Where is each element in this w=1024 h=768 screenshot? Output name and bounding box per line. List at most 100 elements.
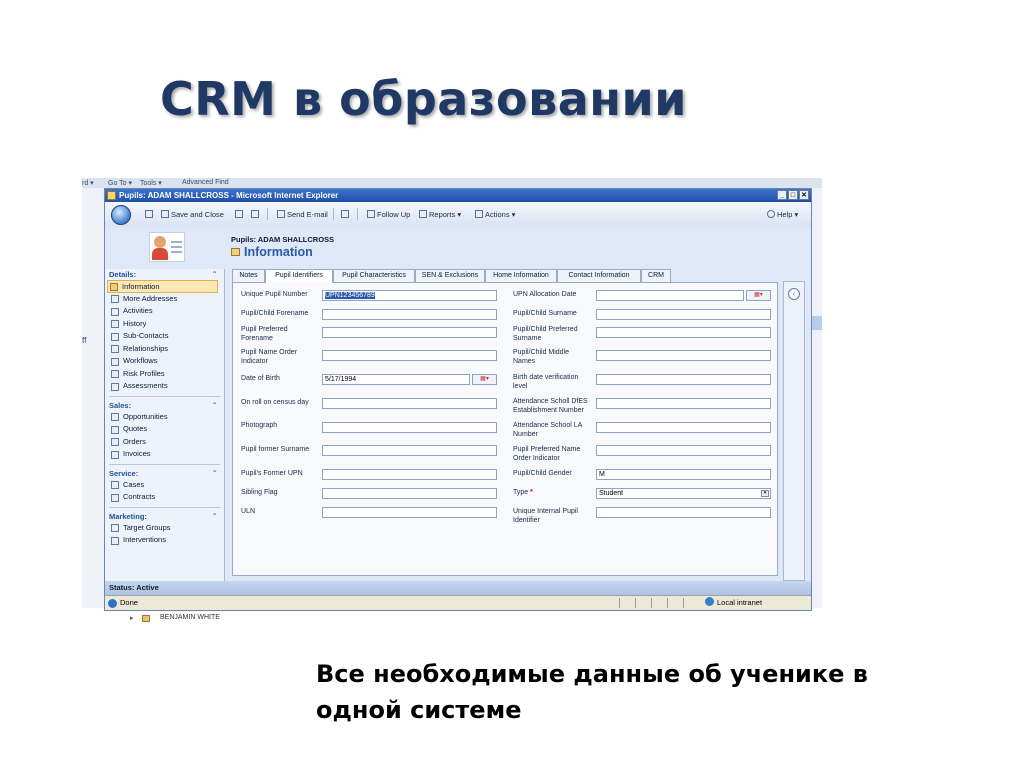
tab-contact-information[interactable]: Contact Information <box>557 269 641 282</box>
nav-item-contracts[interactable]: Contracts <box>105 491 224 504</box>
print-button[interactable] <box>251 210 261 219</box>
name-order-indicator-field[interactable] <box>322 350 497 361</box>
maximize-button[interactable]: □ <box>788 190 798 200</box>
caption-line-2: одной системе <box>316 696 522 724</box>
information-icon <box>231 248 240 256</box>
middle-names-field[interactable] <box>596 350 771 361</box>
nav-section-marketing[interactable]: Marketing: ⌃ <box>105 511 224 522</box>
ie-window-icon <box>107 191 116 200</box>
chevron-down-icon: ▾ <box>761 490 769 497</box>
save-button[interactable] <box>145 210 155 219</box>
gender-field[interactable]: M <box>596 469 771 480</box>
reports-menu[interactable]: Reports ▾ <box>419 210 461 219</box>
birth-verification-field[interactable] <box>596 374 771 385</box>
record-header: Pupils: ADAM SHALLCROSS Information <box>105 227 811 269</box>
nav-item-cases[interactable]: Cases <box>105 479 224 492</box>
nav-item-relationships[interactable]: Relationships <box>105 343 224 356</box>
crm-screenshot: rd ▾ Go To ▾ Tools ▾ Advanced Find ff ▸ … <box>82 178 822 626</box>
former-upn-field[interactable] <box>322 469 497 480</box>
internal-identifier-field[interactable] <box>596 507 771 518</box>
forename-field[interactable] <box>322 309 497 320</box>
preferred-surname-field[interactable] <box>596 327 771 338</box>
tab-crm[interactable]: CRM <box>641 269 671 282</box>
nav-item-interventions[interactable]: Interventions <box>105 534 224 547</box>
nav-section-sales[interactable]: Sales: ⌃ <box>105 400 224 411</box>
upn-allocation-date-field[interactable] <box>596 290 744 301</box>
nav-item-activities[interactable]: Activities <box>105 305 224 318</box>
expand-arrow-icon: ▸ <box>130 615 134 622</box>
close-button[interactable]: ✕ <box>799 190 809 200</box>
send-email-button[interactable]: Send E-mail <box>277 210 328 219</box>
attach-button[interactable] <box>341 210 351 219</box>
date-of-birth-field[interactable]: 5/17/1994 <box>322 374 470 385</box>
nav-item-history[interactable]: History <box>105 318 224 331</box>
nav-item-information[interactable]: Information <box>107 280 218 293</box>
collapse-icon[interactable]: ⌃ <box>211 468 218 479</box>
sibling-flag-label: Sibling Flag <box>241 489 278 496</box>
gender-label: Pupil/Child Gender <box>513 470 572 477</box>
email-icon <box>277 210 285 218</box>
surname-label: Pupil/Child Surname <box>513 310 577 317</box>
actions-menu[interactable]: Actions ▾ <box>475 210 515 219</box>
workflows-icon <box>111 357 119 366</box>
forename-label: Pupil/Child Forename <box>241 310 309 317</box>
former-surname-field[interactable] <box>322 445 497 456</box>
la-number-field[interactable] <box>596 422 771 433</box>
tab-notes[interactable]: Notes <box>232 269 265 282</box>
nav-item-quotes[interactable]: Quotes <box>105 423 224 436</box>
calendar-icon[interactable]: ▦▾ <box>472 374 497 385</box>
ie-status-text: Done <box>120 598 138 607</box>
type-select[interactable]: Student ▾ <box>596 488 771 499</box>
surname-field[interactable] <box>596 309 771 320</box>
unique-pupil-number-label: Unique Pupil Number <box>241 291 308 298</box>
tab-sen-exclusions[interactable]: SEN & Exclusions <box>415 269 485 282</box>
background-right-pane <box>812 188 822 608</box>
tab-home-information[interactable]: Home Information <box>485 269 557 282</box>
collapse-icon[interactable]: ⌃ <box>211 269 218 280</box>
relationships-icon <box>111 345 119 353</box>
collapse-icon[interactable]: ⌃ <box>211 400 218 411</box>
contacts-icon <box>111 332 119 341</box>
help-menu[interactable]: Help ▾ <box>767 210 798 219</box>
save-and-close-button[interactable]: Save and Close <box>161 210 224 219</box>
tab-pupil-identifiers[interactable]: Pupil Identifiers <box>265 269 333 283</box>
nav-item-risk-profiles[interactable]: Risk Profiles <box>105 368 224 381</box>
nav-item-assessments[interactable]: Assessments <box>105 380 224 393</box>
save-new-button[interactable] <box>235 210 245 219</box>
sibling-flag-field[interactable] <box>322 488 497 499</box>
background-go-to-menu: Go To ▾ <box>108 180 133 187</box>
collapse-icon[interactable]: ⌃ <box>211 511 218 522</box>
paperclip-icon <box>341 210 349 218</box>
addresses-icon <box>111 295 119 303</box>
on-roll-field[interactable] <box>322 398 497 409</box>
nav-item-invoices[interactable]: Invoices <box>105 448 224 461</box>
nav-item-opportunities[interactable]: Opportunities <box>105 411 224 424</box>
photograph-field[interactable] <box>322 422 497 433</box>
nav-section-service[interactable]: Service: ⌃ <box>105 468 224 479</box>
unique-pupil-number-field[interactable]: UPN123456789 <box>322 290 497 301</box>
dfes-establishment-field[interactable] <box>596 398 771 409</box>
photograph-label: Photograph <box>241 422 278 429</box>
nav-item-workflows[interactable]: Workflows <box>105 355 224 368</box>
calendar-icon[interactable]: ▦▾ <box>746 290 771 301</box>
assessments-icon <box>111 382 119 391</box>
uln-field[interactable] <box>322 507 497 518</box>
minimize-button[interactable]: _ <box>777 190 787 200</box>
preferred-name-order-field[interactable] <box>596 445 771 456</box>
nav-item-orders[interactable]: Orders <box>105 436 224 449</box>
nav-item-sub-contacts[interactable]: Sub-Contacts <box>105 330 224 343</box>
crm-logo-icon <box>111 205 131 225</box>
nav-item-target-groups[interactable]: Target Groups <box>105 522 224 535</box>
on-roll-label: On roll on census day <box>241 399 309 406</box>
help-icon <box>767 210 775 218</box>
tab-pupil-characteristics[interactable]: Pupil Characteristics <box>333 269 415 282</box>
nav-item-more-addresses[interactable]: More Addresses <box>105 293 224 306</box>
collapse-arrow-icon[interactable]: ‹ <box>788 288 800 300</box>
security-zone: Local intranet <box>705 596 762 610</box>
nav-section-details[interactable]: Details: ⌃ <box>105 269 224 280</box>
opportunities-icon <box>111 413 119 421</box>
follow-up-button[interactable]: Follow Up <box>367 210 410 219</box>
caption-line-1: Все необходимые данные об ученике в <box>316 660 868 688</box>
preferred-forename-field[interactable] <box>322 327 497 338</box>
invoices-icon <box>111 450 119 459</box>
